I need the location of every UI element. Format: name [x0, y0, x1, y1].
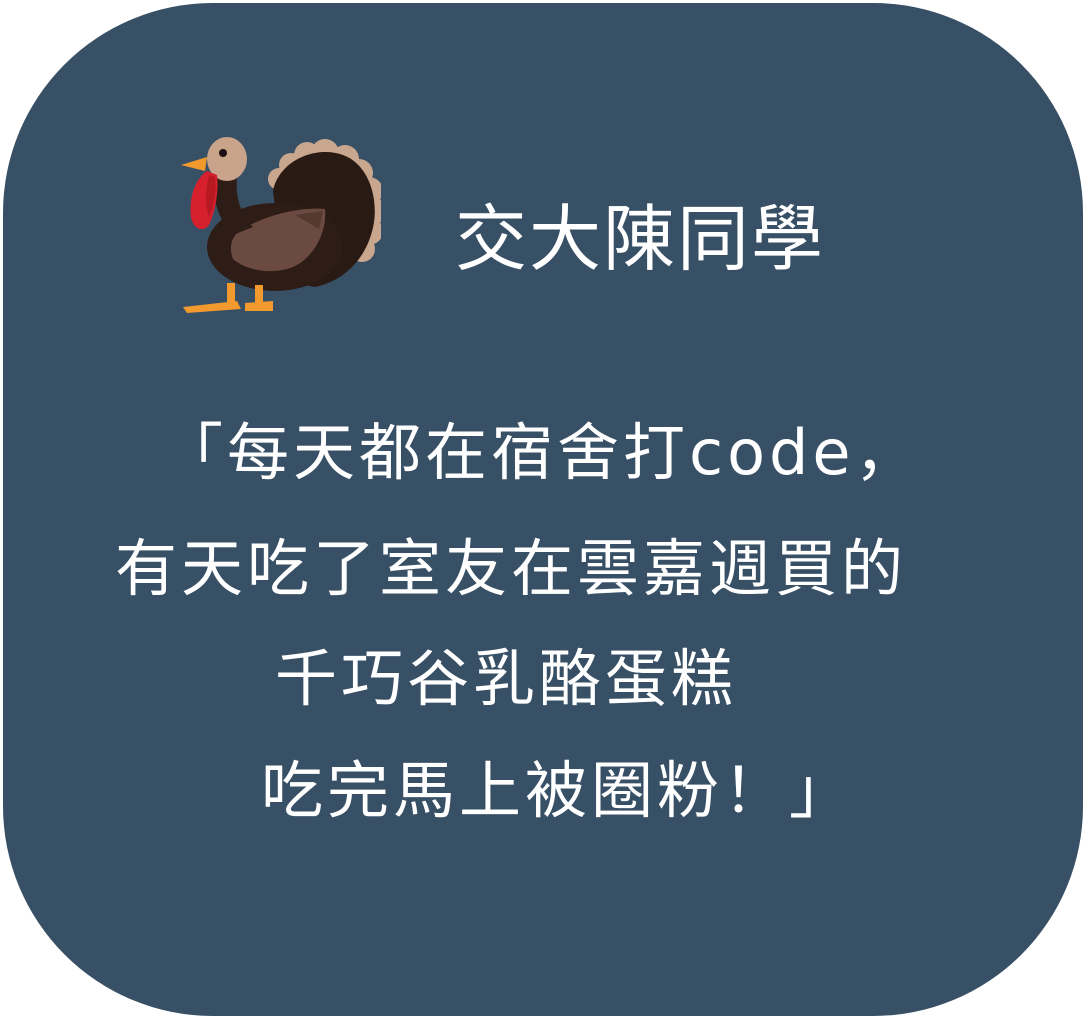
- turkey-icon: [181, 137, 381, 313]
- quote-line-4: 吃完馬上被圈粉！」: [261, 754, 856, 827]
- testimonial-card: 交大陳同學 「每天都在宿舍打code， 有天吃了室友在雲嘉週買的 千巧谷乳酪蛋糕…: [3, 3, 1083, 1016]
- quote-line-2: 有天吃了室友在雲嘉週買的: [115, 532, 908, 605]
- author-name: 交大陳同學: [455, 197, 826, 281]
- quote-line-3: 千巧谷乳酪蛋糕: [275, 642, 738, 715]
- quote-line-1: 「每天都在宿舍打code，: [161, 416, 921, 489]
